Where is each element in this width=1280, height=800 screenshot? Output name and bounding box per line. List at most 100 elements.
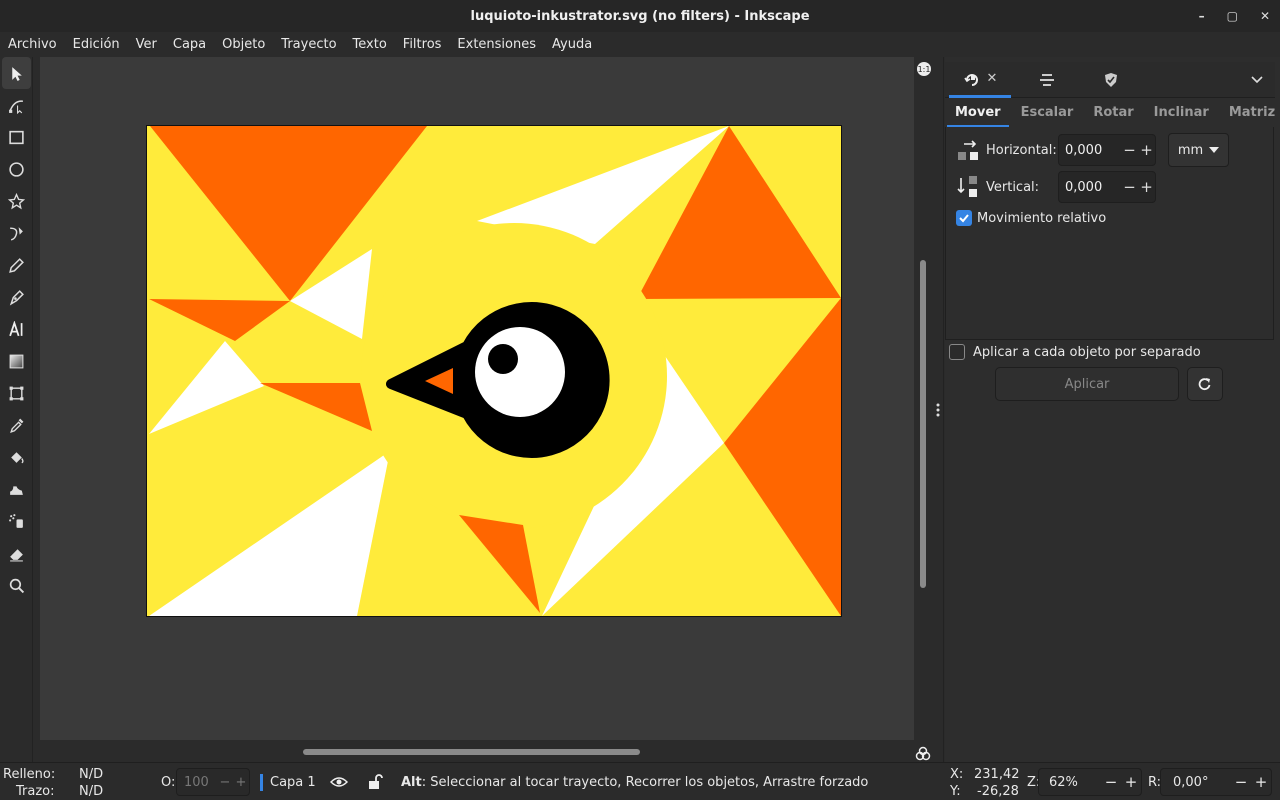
reset-button[interactable] (1187, 367, 1223, 401)
opacity-value: 100 (184, 774, 209, 790)
menu-filtros[interactable]: Filtros (397, 37, 448, 52)
stroke-value[interactable]: N/D (79, 784, 103, 799)
eye-visibility-icon[interactable] (330, 775, 348, 789)
tweak-tool[interactable] (0, 473, 33, 505)
text-tool[interactable] (0, 313, 33, 345)
calligraphy-tool[interactable] (0, 281, 33, 313)
node-tool[interactable] (0, 89, 33, 121)
apply-each-checkbox[interactable] (949, 344, 965, 360)
paint-bucket-tool[interactable] (0, 441, 33, 473)
canvas-area[interactable] (40, 57, 914, 740)
unit-value: mm (1177, 142, 1204, 158)
subtab-escalar[interactable]: Escalar (1013, 99, 1082, 127)
eraser-tool[interactable] (0, 537, 33, 569)
svg-text:1:1: 1:1 (918, 65, 931, 74)
menu-objeto[interactable]: Objeto (216, 37, 271, 52)
menu-edicion[interactable]: Edición (67, 37, 126, 52)
subtab-inclinar[interactable]: Inclinar (1146, 99, 1217, 127)
horizontal-decrement[interactable]: − (1121, 141, 1138, 159)
move-horizontal-icon (958, 140, 978, 160)
vertical-scroll-thumb[interactable] (920, 260, 926, 588)
subtab-matriz[interactable]: Matriz (1221, 99, 1280, 127)
rotation-field[interactable]: 0,00° − + (1160, 768, 1272, 796)
spiro-tool[interactable] (0, 217, 33, 249)
opacity-increment[interactable]: + (233, 775, 249, 790)
vertical-field[interactable]: 0,000 − + (1058, 171, 1156, 203)
pencil-tool[interactable] (0, 249, 33, 281)
rect-tool[interactable] (0, 121, 33, 153)
mesh-tool[interactable] (0, 377, 33, 409)
menu-trayecto[interactable]: Trayecto (275, 37, 342, 52)
artwork[interactable] (147, 126, 841, 616)
arrow-pointer-icon (12, 66, 22, 81)
subtab-mover[interactable]: Mover (947, 99, 1009, 127)
menu-extensiones[interactable]: Extensiones (451, 37, 542, 52)
eye-pupil[interactable] (488, 344, 518, 374)
apply-each-row[interactable]: Aplicar a cada objeto por separado (949, 344, 1201, 360)
layer-name[interactable]: Capa 1 (270, 775, 316, 790)
menu-ayuda[interactable]: Ayuda (546, 37, 598, 52)
ellipse-tool[interactable] (0, 153, 33, 185)
dropper-icon (10, 418, 24, 433)
zoom-in-button[interactable]: + (1121, 773, 1141, 791)
menu-ver[interactable]: Ver (130, 37, 163, 52)
horizontal-scroll-thumb[interactable] (303, 749, 640, 755)
zoom-tool[interactable] (0, 569, 33, 601)
reset-icon (1198, 378, 1211, 391)
vertical-increment[interactable]: + (1138, 178, 1155, 196)
panel-divider[interactable] (934, 57, 944, 762)
maximize-button[interactable]: ▢ (1227, 9, 1238, 23)
tweak-icon (10, 485, 23, 495)
opacity-field[interactable]: 100 − + (176, 768, 250, 796)
display-mode-icon[interactable] (915, 746, 931, 762)
horizontal-row: Horizontal: 0,000 − + mm (956, 133, 1229, 167)
vertical-decrement[interactable]: − (1121, 178, 1138, 196)
checkmark-icon (959, 214, 969, 223)
horizontal-increment[interactable]: + (1138, 141, 1155, 159)
pen-nib-icon (9, 289, 24, 306)
close-window-button[interactable]: ✕ (1260, 9, 1270, 23)
gradient-tool[interactable] (0, 345, 33, 377)
drag-handle-icon[interactable] (935, 402, 941, 418)
star-tool[interactable] (0, 185, 33, 217)
unlock-icon[interactable] (367, 774, 383, 790)
selector-tool[interactable] (2, 57, 31, 89)
rotation-increment[interactable]: + (1251, 773, 1271, 791)
close-tab-icon[interactable]: ✕ (987, 71, 998, 86)
relative-move-checkbox[interactable] (956, 210, 972, 226)
apply-button[interactable]: Aplicar (995, 367, 1179, 401)
menu-capa[interactable]: Capa (167, 37, 212, 52)
dialog-tabs: ✕ (945, 62, 1275, 98)
dropper-tool[interactable] (0, 409, 33, 441)
transform-subtabs: Mover Escalar Rotar Inclinar Matriz (947, 99, 1275, 127)
move-options: Horizontal: 0,000 − + mm Vertical: 0,000… (945, 127, 1274, 340)
unit-select[interactable]: mm (1168, 133, 1229, 167)
menu-bar: Archivo Edición Ver Capa Objeto Trayecto… (0, 32, 1280, 57)
apply-each-label: Aplicar a cada objeto por separado (973, 344, 1201, 360)
eye-white[interactable] (475, 327, 565, 417)
zoom-field[interactable]: 62% − + (1038, 768, 1142, 796)
fill-value[interactable]: N/D (79, 767, 103, 782)
scale-lock-icon[interactable]: 1:1 (916, 61, 932, 77)
status-message-key: Alt (401, 775, 422, 790)
minimize-button[interactable]: – (1199, 9, 1205, 23)
vertical-value: 0,000 (1065, 179, 1103, 195)
tab-transform[interactable]: ✕ (949, 62, 1011, 98)
opacity-decrement[interactable]: − (217, 775, 233, 790)
horizontal-field[interactable]: 0,000 − + (1058, 134, 1156, 166)
spray-tool[interactable] (0, 505, 33, 537)
tab-shield[interactable] (1093, 62, 1129, 98)
rotation-decrement[interactable]: − (1231, 773, 1251, 791)
zoom-out-button[interactable]: − (1101, 773, 1121, 791)
menu-texto[interactable]: Texto (347, 37, 393, 52)
menu-archivo[interactable]: Archivo (2, 37, 63, 52)
tab-align[interactable] (1029, 62, 1065, 98)
tab-menu-button[interactable] (1243, 62, 1271, 98)
star-polygon-icon (8, 192, 25, 209)
y-label: Y: (950, 784, 961, 799)
subtab-rotar[interactable]: Rotar (1085, 99, 1141, 127)
shield-icon (1105, 73, 1117, 87)
relative-move-row[interactable]: Movimiento relativo (956, 210, 1106, 226)
y-value: -26,28 (977, 784, 1019, 799)
document-page[interactable] (146, 125, 842, 617)
